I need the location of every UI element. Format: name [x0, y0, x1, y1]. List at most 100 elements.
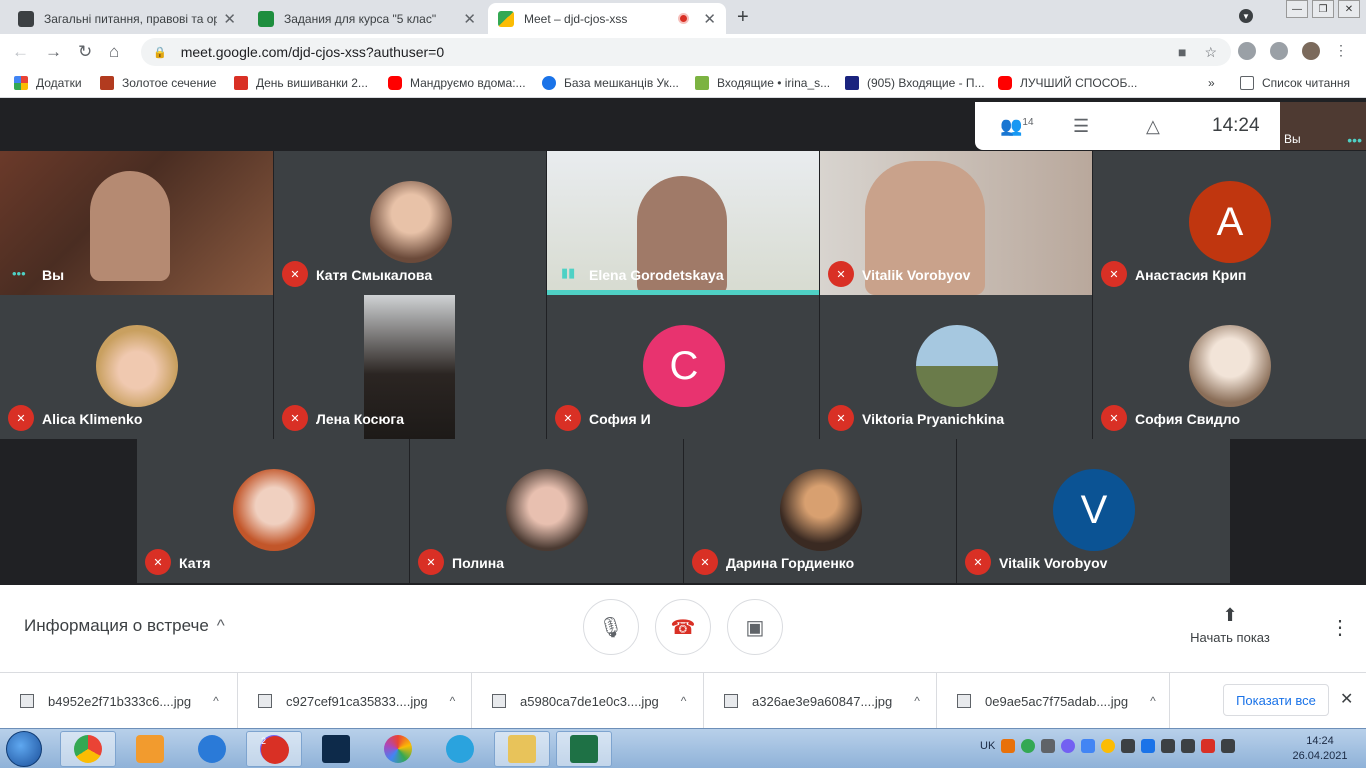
bookmark-best-way[interactable]: ЛУЧШИЙ СПОСОБ...	[998, 76, 1137, 90]
bookmark-golden-ratio[interactable]: Золотое сечение	[100, 76, 216, 90]
tab-course-tasks[interactable]: Задания для курса "5 клас" ✕	[248, 3, 486, 34]
bookmark-inbox-905[interactable]: (905) Входящие - П...	[845, 76, 985, 90]
tray-chrome-icon[interactable]	[1021, 739, 1036, 753]
bookmark-star-icon[interactable]: ☆	[1204, 44, 1217, 61]
participant-tile[interactable]: ✕ Viktoria Pryanichkina	[820, 295, 1092, 439]
chrome-icon	[74, 735, 102, 763]
tray-app-icon[interactable]	[1101, 739, 1116, 753]
reading-list-icon	[1240, 76, 1254, 90]
bookmark-vyshyvanka[interactable]: День вишиванки 2...	[234, 76, 368, 90]
menu-icon[interactable]: ⋮	[1334, 42, 1352, 60]
more-options-icon[interactable]: •••	[1347, 132, 1362, 148]
volume-icon[interactable]	[1041, 739, 1056, 753]
minimize-icon[interactable]: —	[1286, 0, 1308, 18]
taskbar-excel[interactable]	[556, 731, 612, 767]
home-icon[interactable]: ⌂	[109, 42, 119, 62]
lock-icon[interactable]: 🔒	[153, 46, 167, 59]
close-tab-icon[interactable]: ✕	[703, 10, 716, 28]
restore-icon[interactable]: ❐	[1312, 0, 1334, 18]
show-all-downloads-button[interactable]: Показати все	[1223, 684, 1329, 716]
bookmark-apps[interactable]: Додатки	[14, 76, 82, 90]
bluetooth-icon[interactable]	[1141, 739, 1156, 753]
meeting-details-button[interactable]: Информация о встрече ^	[24, 616, 225, 636]
chevron-up-icon[interactable]: ^	[914, 694, 920, 708]
camera-in-use-icon[interactable]: ■	[1178, 44, 1186, 61]
microphone-button[interactable]: 🎙	[583, 599, 639, 655]
new-tab-button[interactable]: +	[737, 6, 749, 29]
tray-app-icon[interactable]	[1201, 739, 1216, 753]
chevron-up-icon[interactable]: ^	[1150, 694, 1156, 708]
taskbar-internet-explorer[interactable]	[184, 731, 240, 767]
close-window-icon[interactable]: ✕	[1338, 0, 1360, 18]
present-now-button[interactable]: ⬆ Начать показ	[1180, 605, 1280, 645]
tab-meet[interactable]: Meet – djd-cjos-xss ✕	[488, 3, 726, 34]
download-item[interactable]: 0e9ae5ac7f75adab....jpg ^	[937, 673, 1170, 729]
tab-search-icon[interactable]: ▼	[1239, 9, 1253, 23]
more-options-icon[interactable]: ⋮	[1330, 615, 1350, 640]
tray-app-icon[interactable]	[1081, 739, 1096, 753]
close-tab-icon[interactable]: ✕	[463, 10, 476, 28]
participant-tile-speaking[interactable]: ▮▮ Elena Gorodetskaya	[547, 151, 819, 295]
bookmarks-overflow-icon[interactable]: »	[1208, 76, 1215, 90]
extension-icon[interactable]	[1238, 42, 1256, 60]
chevron-up-icon[interactable]: ^	[681, 694, 687, 708]
taskbar-media-player[interactable]	[122, 731, 178, 767]
reload-icon[interactable]: ↻	[78, 42, 92, 62]
participant-tile[interactable]: C ✕ София И	[547, 295, 819, 439]
back-icon[interactable]: ←	[12, 42, 29, 62]
chevron-up-icon[interactable]: ^	[450, 694, 456, 708]
power-icon[interactable]	[1221, 739, 1236, 753]
excel-icon	[570, 735, 598, 763]
participant-name: Vitalik Vorobyov	[999, 555, 1108, 571]
action-center-flag-icon[interactable]	[1161, 739, 1176, 753]
close-tab-icon[interactable]: ✕	[223, 10, 236, 28]
taskbar-telegram[interactable]	[432, 731, 488, 767]
tray-app-icon[interactable]	[1001, 739, 1016, 753]
participant-tile[interactable]: ✕ Катя Смыкалова	[274, 151, 546, 295]
muted-mic-icon: ✕	[555, 405, 581, 431]
participant-tile[interactable]: ✕ Alica Klimenko	[0, 295, 273, 439]
tray-app-icon[interactable]	[1121, 739, 1136, 753]
download-item[interactable]: a5980ca7de1e0c3....jpg ^	[472, 673, 704, 729]
system-clock[interactable]: 14:24 26.04.2021	[1280, 734, 1360, 764]
participant-tile[interactable]: ✕ Полина	[410, 439, 683, 583]
tab-legal-questions[interactable]: Загальні питання, правові та ор ✕	[8, 3, 246, 34]
classroom-icon	[258, 10, 274, 27]
taskbar-photoshop[interactable]	[308, 731, 364, 767]
taskbar-viber[interactable]: 2	[246, 731, 302, 767]
participant-tile[interactable]: ✕ Лена Косюга	[274, 295, 546, 439]
bookmark-inbox[interactable]: Входящие • irina_s...	[695, 76, 830, 90]
reading-list[interactable]: Список читання	[1240, 76, 1350, 90]
participant-tile[interactable]: V ✕ Vitalik Vorobyov	[957, 439, 1230, 583]
camera-button[interactable]: ▣	[727, 599, 783, 655]
forward-icon[interactable]: →	[45, 42, 62, 62]
self-view-mini[interactable]: Вы •••	[1280, 102, 1366, 150]
participant-tile[interactable]: ✕ Дарина Гордиенко	[684, 439, 956, 583]
close-downloads-icon[interactable]: ✕	[1340, 689, 1353, 709]
download-item[interactable]: c927cef91ca35833....jpg ^	[238, 673, 472, 729]
participants-icon[interactable]: 👥14	[1000, 116, 1034, 137]
network-signal-icon[interactable]	[1181, 739, 1196, 753]
address-bar[interactable]: 🔒 meet.google.com/djd-cjos-xss?authuser=…	[141, 38, 1231, 66]
participant-tile[interactable]: ✕ Катя	[137, 439, 409, 583]
chevron-up-icon[interactable]: ^	[213, 694, 219, 708]
participant-tile[interactable]: ✕ Vitalik Vorobyov	[820, 151, 1092, 295]
bookmark-residents[interactable]: База мешканців Ук...	[542, 76, 679, 90]
tray-viber-icon[interactable]	[1061, 739, 1076, 753]
leave-call-button[interactable]: ☎	[655, 599, 711, 655]
bookmark-travel[interactable]: Мандруємо вдома:...	[388, 76, 526, 90]
taskbar-chrome[interactable]	[60, 731, 116, 767]
profile-avatar[interactable]	[1302, 42, 1320, 60]
participant-tile[interactable]: A ✕ Анастасия Крип	[1093, 151, 1366, 295]
start-button[interactable]	[6, 731, 42, 767]
participant-tile[interactable]: ••• Вы	[0, 151, 273, 295]
download-item[interactable]: b4952e2f71b333c6....jpg ^	[0, 673, 238, 729]
chat-icon[interactable]: ☰	[1073, 116, 1089, 137]
taskbar-picasa[interactable]	[370, 731, 426, 767]
extensions-puzzle-icon[interactable]	[1270, 42, 1288, 60]
activities-icon[interactable]: △	[1146, 116, 1160, 137]
download-item[interactable]: a326ae3e9a60847....jpg ^	[704, 673, 937, 729]
participant-tile[interactable]: ✕ София Свидло	[1093, 295, 1366, 439]
language-indicator[interactable]: UK	[980, 740, 995, 752]
taskbar-explorer[interactable]	[494, 731, 550, 767]
